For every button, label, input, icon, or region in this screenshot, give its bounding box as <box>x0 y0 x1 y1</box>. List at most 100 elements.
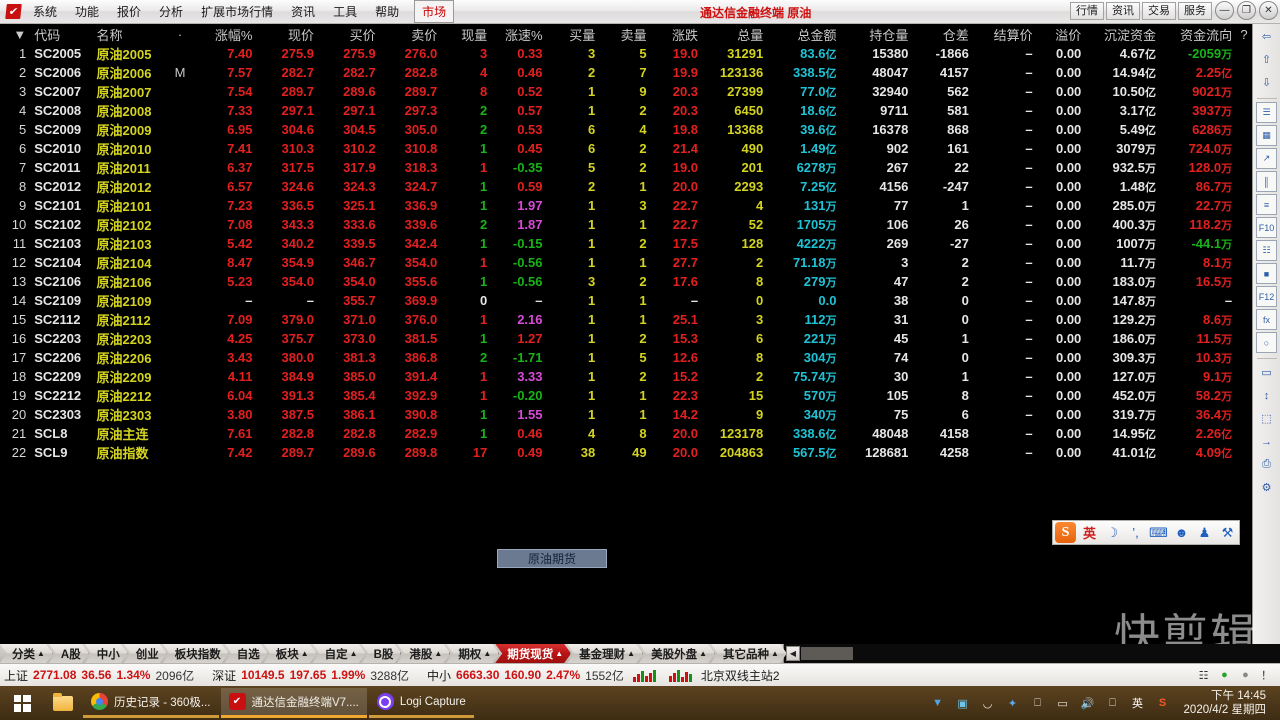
menu-item-extended-market[interactable]: 扩展市场行情 <box>192 0 282 23</box>
table-row[interactable]: 3 SC2007 原油2007 7.54 289.7 289.6 289.7 8 0.52 1 9 2… <box>0 82 1252 101</box>
sogou-icon[interactable]: S <box>1155 695 1171 711</box>
file-explorer-icon[interactable] <box>44 686 82 720</box>
updown-marker-icon[interactable]: ↕ <box>1256 385 1277 406</box>
table-row[interactable]: 17 SC2206 原油2206 3.43 380.0 381.3 386.8 2 -1.71 1… <box>0 348 1252 367</box>
trend-line-icon[interactable]: ↗ <box>1256 148 1277 169</box>
print-icon[interactable]: ⎙ <box>1256 454 1277 475</box>
toolbar-button-quotes[interactable]: 行情 <box>1070 1 1104 20</box>
category-tab-1[interactable]: A股 <box>49 644 89 663</box>
category-tab-10[interactable]: 期权 ▲ <box>446 644 499 663</box>
header-total-amount[interactable]: 总金额 <box>767 24 841 44</box>
connection-green-icon[interactable]: ● <box>1217 668 1232 683</box>
table-row[interactable]: 15 SC2112 原油2112 7.09 379.0 371.0 376.0 1 2.16 1 1… <box>0 310 1252 329</box>
taskbar-clock[interactable]: 下午 14:45 2020/4/2 星期四 <box>1180 689 1274 717</box>
header-change-pct[interactable]: 涨幅% <box>191 24 257 44</box>
windows-taskbar[interactable]: 历史记录 - 360极... ✔ 通达信金融终端V7.... Logi Capt… <box>0 686 1280 720</box>
header-premium[interactable]: 溢价 <box>1036 24 1086 44</box>
notes-icon[interactable]: ☷ <box>1256 240 1277 261</box>
soft-keyboard-icon[interactable]: ⌨ <box>1149 525 1168 541</box>
restore-icon[interactable]: ❐ <box>1237 1 1256 20</box>
table-row[interactable]: 13 SC2106 原油2106 5.23 354.0 354.0 355.6 1 -0.56 3… <box>0 272 1252 291</box>
category-tab-3[interactable]: 创业 <box>124 644 167 663</box>
list-detail-icon[interactable]: ≡ <box>1256 194 1277 215</box>
toolbar-button-news[interactable]: 资讯 <box>1106 1 1140 20</box>
alert-icon[interactable]: ！ <box>1259 668 1274 683</box>
header-open-interest[interactable]: 持仓量 <box>840 24 913 44</box>
table-row[interactable]: 22 SCL9 原油指数 7.42 289.7 289.6 289.8 17 0.49 38 49 2… <box>0 443 1252 462</box>
settings-gear-icon[interactable]: ⚙ <box>1256 477 1277 498</box>
toolbox-wrench-icon[interactable]: ⚒ <box>1218 525 1237 541</box>
page-down-icon[interactable]: ⇩ <box>1256 72 1277 93</box>
category-tab-2[interactable]: 中小 <box>85 644 128 663</box>
header-capital-flow[interactable]: 资金流向 <box>1160 24 1237 44</box>
header-code[interactable]: 代码 <box>30 24 93 44</box>
header-mark[interactable]: · <box>168 24 192 44</box>
category-tab-6[interactable]: 板块 ▲ <box>264 644 317 663</box>
header-change-speed[interactable]: 涨速% <box>491 24 547 44</box>
header-name[interactable]: 名称 <box>92 24 169 44</box>
category-tab-14[interactable]: 其它品种 ▲ <box>711 644 787 663</box>
menu-item-quotes[interactable]: 报价 <box>108 0 150 23</box>
header-last-price[interactable]: 现价 <box>256 24 319 44</box>
page-up-icon[interactable]: ⇧ <box>1256 49 1277 70</box>
menu-item-system[interactable]: 系统 <box>24 0 66 23</box>
battery-icon[interactable]: ▭ <box>1055 695 1071 711</box>
folder-icon[interactable]: ▭ <box>1256 362 1277 383</box>
comma-mode-icon[interactable]: ’, <box>1126 525 1145 540</box>
moon-icon[interactable]: ☽ <box>1103 525 1122 541</box>
header-settlement-price[interactable]: 结算价 <box>972 24 1037 44</box>
category-tab-9[interactable]: 港股 ▲ <box>397 644 450 663</box>
header-ask-price[interactable]: 卖价 <box>379 24 442 44</box>
category-tab-bar[interactable]: 分类 ▲ A股 中小 创业 板块指数 自选 板块 ▲ 自定 ▲ B股 港股 ▲ 期权 ▲ 期货现货 ▲ 基金理财 ▲ 美… <box>0 644 1280 663</box>
table-row[interactable]: 19 SC2212 原油2212 6.04 391.3 385.4 392.9 1 -0.20 1… <box>0 386 1252 405</box>
category-tab-5[interactable]: 自选 <box>225 644 268 663</box>
minimize-icon[interactable]: — <box>1215 1 1234 20</box>
back-arrow-icon[interactable]: ⇦ <box>1256 26 1277 47</box>
scroll-left-icon[interactable]: ◀ <box>785 646 800 661</box>
header-bid-price[interactable]: 买价 <box>318 24 380 44</box>
header-position-diff[interactable]: 仓差 <box>912 24 973 44</box>
taskbar-item-360browser[interactable]: 历史记录 - 360极... <box>83 688 219 718</box>
ime-language-icon[interactable]: 英 <box>1080 523 1099 542</box>
table-row[interactable]: 21 SCL8 原油主连 7.61 282.8 282.8 282.9 1 0.46 4 8 20.0… <box>0 424 1252 443</box>
menu-item-news[interactable]: 资讯 <box>282 0 324 23</box>
header-ask-volume[interactable]: 卖量 <box>599 24 651 44</box>
table-row[interactable]: 2 SC2006 原油2006 M 7.57 282.7 282.7 282.8 4 0.46 2 7… <box>0 63 1252 82</box>
header-current-volume[interactable]: 现量 <box>441 24 492 44</box>
taskbar-item-tdx[interactable]: ✔ 通达信金融终端V7.... <box>220 688 367 718</box>
header-deposited-funds[interactable]: 沉淀资金 <box>1085 24 1161 44</box>
user-profile-icon[interactable]: ☻ <box>1172 525 1191 540</box>
scrollbar-thumb[interactable] <box>800 647 853 660</box>
display-icon[interactable]: ⎕ <box>1105 695 1121 711</box>
f10-info-icon[interactable]: F10 <box>1256 217 1277 238</box>
header-total-volume[interactable]: 总量 <box>702 24 768 44</box>
report-icon[interactable]: ☰ <box>1256 102 1277 123</box>
category-tab-13[interactable]: 美股外盘 ▲ <box>639 644 715 663</box>
formula-icon[interactable]: fx <box>1256 309 1277 330</box>
category-tab-4[interactable]: 板块指数 <box>163 644 229 663</box>
selection-box-icon[interactable]: ⬚ <box>1256 408 1277 429</box>
menu-item-tools[interactable]: 工具 <box>324 0 366 23</box>
table-row[interactable]: 7 SC2011 原油2011 6.37 317.5 317.9 318.3 1 -0.35 5 2… <box>0 158 1252 177</box>
table-row[interactable]: 5 SC2009 原油2009 6.95 304.6 304.5 305.0 2 0.53 6 4 1… <box>0 120 1252 139</box>
category-tab-7[interactable]: 自定 ▲ <box>313 644 366 663</box>
system-tray[interactable]: ▼ ▣ ◡ ✦ ⎕ ▭ 🔊 ⎕ 英 S 下午 14:45 2020/4/2 星期… <box>930 689 1280 717</box>
category-tab-0[interactable]: 分类 ▲ <box>0 644 53 663</box>
close-icon[interactable]: ✕ <box>1259 1 1278 20</box>
toolbar-button-trade[interactable]: 交易 <box>1142 1 1176 20</box>
toolbar-button-service[interactable]: 服务 <box>1178 1 1212 20</box>
category-tab-12[interactable]: 基金理财 ▲ <box>567 644 643 663</box>
table-row[interactable]: 9 SC2101 原油2101 7.23 336.5 325.1 336.9 1 1.97 1 3 2… <box>0 196 1252 215</box>
table-row[interactable]: 10 SC2102 原油2102 7.08 343.3 333.6 339.6 2 1.87 1 1… <box>0 215 1252 234</box>
category-tab-11[interactable]: 期货现货 ▲ <box>495 644 571 663</box>
sogou-logo-icon[interactable]: S <box>1055 522 1076 543</box>
taskbar-item-logicapture[interactable]: Logi Capture <box>368 688 474 718</box>
document-status-icon[interactable]: ☷ <box>1196 668 1211 683</box>
table-row[interactable]: 6 SC2010 原油2010 7.41 310.3 310.2 310.8 1 0.45 6 2 2… <box>0 139 1252 158</box>
table-row[interactable]: 18 SC2209 原油2209 4.11 384.9 385.0 391.4 1 3.33 1 2… <box>0 367 1252 386</box>
volume-icon[interactable]: 🔊 <box>1080 695 1096 711</box>
header-help-icon[interactable]: ? <box>1236 24 1252 44</box>
table-row[interactable]: 12 SC2104 原油2104 8.47 354.9 346.7 354.0 1 -0.56 1… <box>0 253 1252 272</box>
f12-icon[interactable]: F12 <box>1256 286 1277 307</box>
menu-tab-market[interactable]: 市场 <box>414 0 455 23</box>
